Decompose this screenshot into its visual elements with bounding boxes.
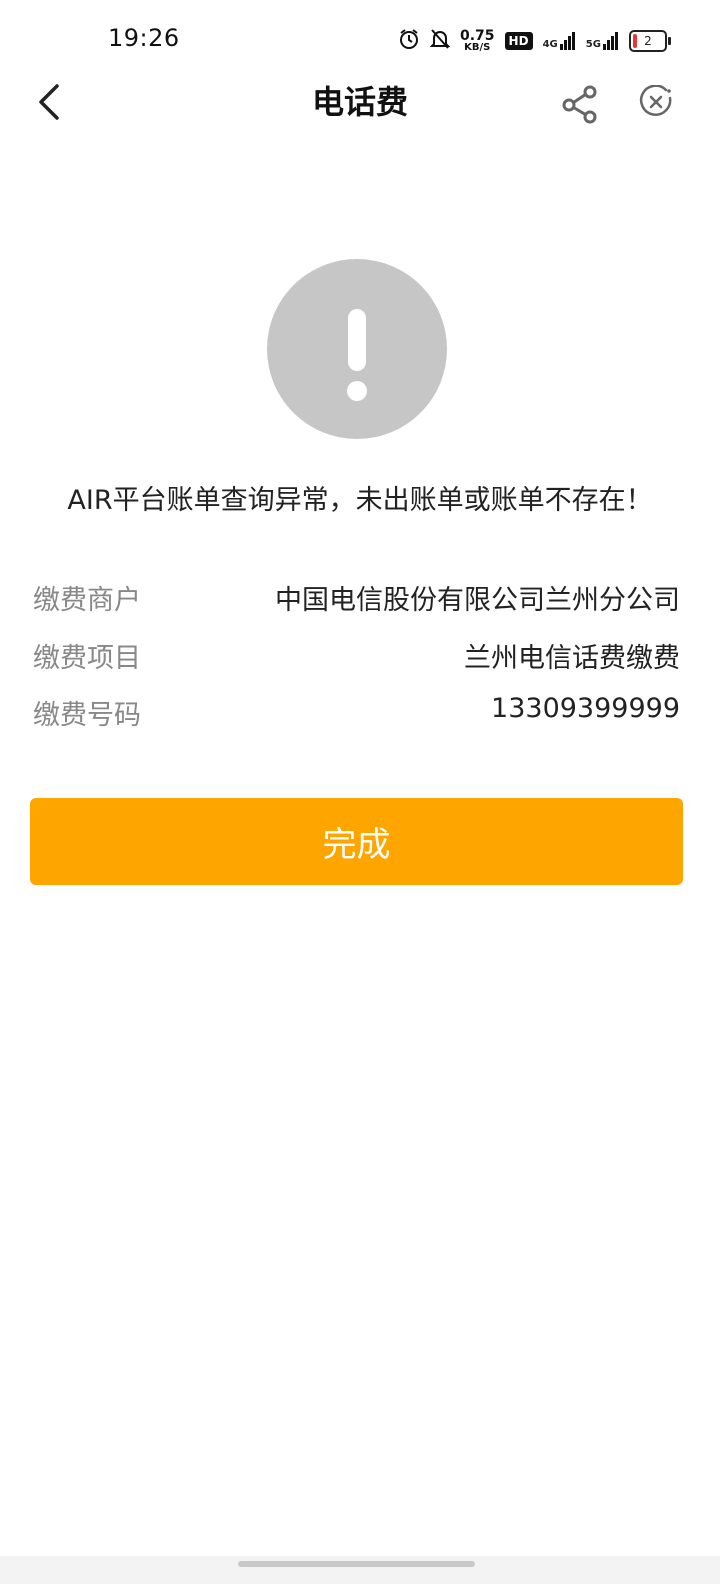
result-message: AIR平台账单查询异常，未出账单或账单不存在！	[67, 485, 653, 516]
network-speed: 0.75 KB/S	[460, 28, 495, 53]
share-icon	[562, 85, 597, 124]
hd-badge: HD	[504, 32, 533, 50]
status-icons: 0.75 KB/S HD 4G 5G 2	[398, 24, 671, 58]
item-value: 兰州电信话费缴费	[464, 643, 680, 674]
done-button[interactable]: 完成	[30, 798, 683, 885]
done-button-label: 完成	[322, 825, 391, 865]
alert-exclamation-icon	[267, 259, 447, 439]
merchant-value: 中国电信股份有限公司兰州分公司	[275, 585, 680, 616]
mute-bell-icon	[429, 28, 451, 54]
number-label: 缴费号码	[33, 700, 141, 731]
signal-4g-icon: 4G	[543, 32, 576, 50]
share-button[interactable]	[556, 80, 604, 128]
signal-5g-icon: 5G	[586, 32, 619, 50]
merchant-label: 缴费商户	[33, 585, 141, 616]
battery-icon: 2	[628, 30, 671, 52]
status-time: 19:26	[108, 24, 180, 52]
item-label: 缴费项目	[33, 643, 141, 674]
alarm-icon	[398, 28, 420, 54]
number-value: 13309399999	[491, 693, 680, 724]
home-indicator[interactable]	[238, 1561, 475, 1567]
close-circle-icon	[639, 85, 672, 116]
page-title: 电话费	[311, 83, 408, 121]
close-button[interactable]	[634, 80, 678, 124]
